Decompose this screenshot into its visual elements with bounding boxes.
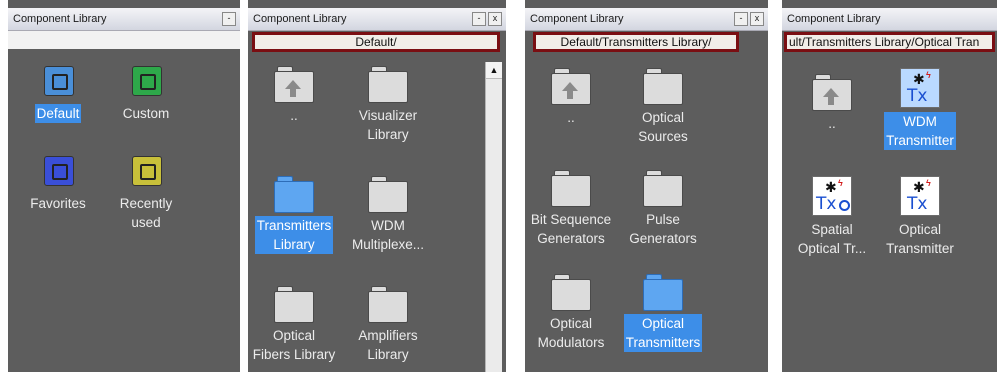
transmitter-icon: ✱ ϟ Tx [900,68,940,108]
folder-icon [551,170,591,207]
vertical-scrollbar[interactable]: ▲ [485,62,502,372]
library-recently-used[interactable]: Recently used [100,150,192,232]
transmitter-icon: ✱ ϟ Tx [900,176,940,216]
folder-icon [551,274,591,311]
library-favorites[interactable]: Favorites [12,150,104,213]
library-icon [44,66,74,96]
folder-bit-sequence-generators[interactable]: Bit Sequence Generators [525,166,617,248]
item-label: .. [828,116,836,131]
component-library-panel-root: Component Library - Default Custom Favor… [8,0,240,372]
up-folder-icon [551,68,591,105]
folder-icon [643,274,683,311]
item-label: .. [567,110,575,125]
item-label: Recently used [119,196,173,230]
folder-up[interactable]: .. [248,62,340,125]
minimize-button[interactable]: - [734,12,748,26]
folder-wdm-multiplexers[interactable]: WDM Multiplexe... [342,172,434,254]
component-library-panel-transmitters: Component Library - x Default/Transmitte… [525,0,768,372]
component-wdm-transmitter[interactable]: ✱ ϟ Tx WDM Transmitter [874,68,966,150]
component-spatial-optical-transmitter[interactable]: ✱ ϟ Tx Spatial Optical Tr... [786,176,878,258]
folder-optical-transmitters[interactable]: Optical Transmitters [617,270,709,352]
folder-icon [368,176,408,213]
item-label: Transmitters Library [254,216,334,254]
minimize-button[interactable]: - [472,12,486,26]
path-bar-empty [8,31,240,49]
component-library-panel-default: Component Library - x Default/ ▲ .. Visu… [248,0,506,372]
panel-titlebar: Component Library - [8,8,240,31]
item-label: Default [34,104,82,123]
folder-optical-fibers-library[interactable]: Optical Fibers Library [248,282,340,364]
up-folder-icon [812,74,852,111]
component-library-panel-optical-transmitters: Component Library ult/Transmitters Libra… [782,0,997,372]
folder-icon [274,176,314,213]
path-bar: ult/Transmitters Library/Optical Tran [784,32,995,52]
folder-icon [643,170,683,207]
library-icon [44,156,74,186]
item-label: Favorites [30,196,86,211]
item-label: Optical Fibers Library [252,328,336,362]
panel-title: Component Library [530,13,624,25]
item-label: Pulse Generators [629,212,697,246]
folder-optical-modulators[interactable]: Optical Modulators [525,270,617,352]
tx-glyph: Tx [907,86,928,106]
folder-icon [368,286,408,323]
library-icon [132,66,162,96]
item-label: WDM Multiplexe... [351,218,425,252]
folder-pulse-generators[interactable]: Pulse Generators [617,166,709,248]
panel-titlebar: Component Library [782,8,997,31]
folder-optical-sources[interactable]: Optical Sources [617,64,709,146]
component-optical-transmitter[interactable]: ✱ ϟ Tx Optical Transmitter [874,176,966,258]
path-bar: Default/Transmitters Library/ [533,32,739,52]
panel-titlebar: Component Library - x [525,8,768,31]
folder-icon [368,66,408,103]
item-label: Optical Transmitters [623,314,703,352]
item-label: Custom [122,106,170,121]
folder-amplifiers-library[interactable]: Amplifiers Library [342,282,434,364]
tx-glyph: Tx [907,194,928,214]
item-label: Visualizer Library [358,108,418,142]
spatial-transmitter-icon: ✱ ϟ Tx [812,176,852,216]
item-label: WDM Transmitter [884,112,956,150]
panel-title: Component Library [253,13,347,25]
item-label: .. [290,108,298,123]
path-bar: Default/ [252,32,500,52]
item-label: Optical Modulators [537,316,605,350]
library-icon [132,156,162,186]
panel-title: Component Library [787,13,881,25]
folder-transmitters-library[interactable]: Transmitters Library [248,172,340,254]
folder-icon [643,68,683,105]
folder-up[interactable]: .. [525,64,617,127]
item-label: Optical Transmitter [886,222,954,256]
close-button[interactable]: x [488,12,502,26]
up-folder-icon [274,66,314,103]
folder-visualizer-library[interactable]: Visualizer Library [342,62,434,144]
item-label: Optical Sources [638,110,688,144]
library-custom[interactable]: Custom [100,60,192,123]
folder-icon [274,286,314,323]
close-button[interactable]: x [750,12,764,26]
item-label: Amplifiers Library [358,328,418,362]
scroll-up-arrow-icon[interactable]: ▲ [486,62,502,79]
panel-title: Component Library [13,13,107,25]
panel-titlebar: Component Library - x [248,8,506,31]
library-default[interactable]: Default [12,60,104,123]
tx-glyph: Tx [816,194,837,214]
item-label: Bit Sequence Generators [530,212,612,246]
folder-up[interactable]: .. [786,70,878,133]
minimize-button[interactable]: - [222,12,236,26]
item-label: Spatial Optical Tr... [797,222,867,256]
